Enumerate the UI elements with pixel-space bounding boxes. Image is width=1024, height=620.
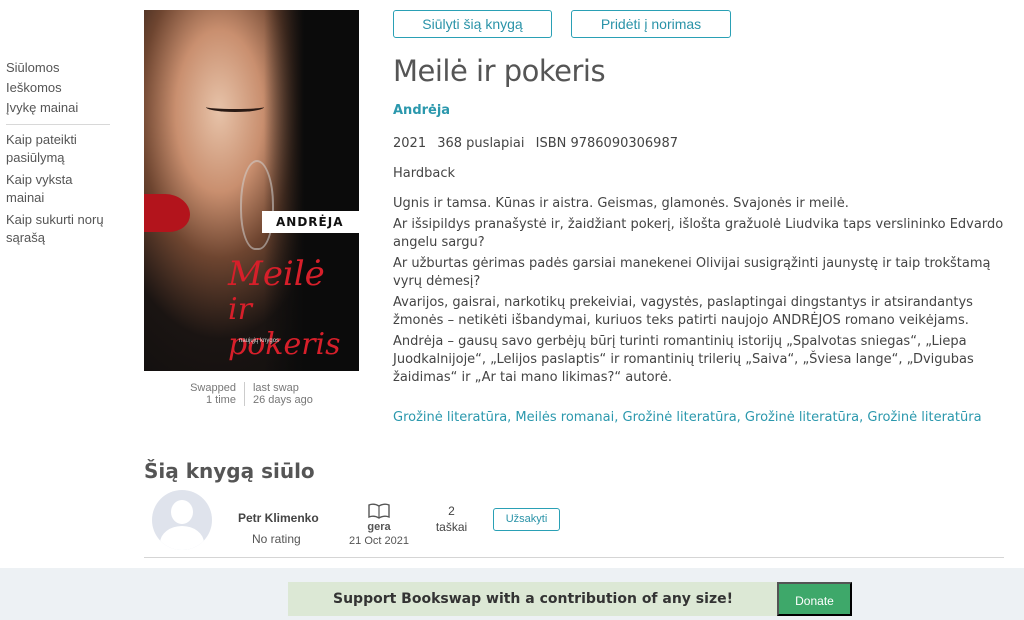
description-paragraph: Avarijos, gaisrai, narkotikų prekeiviai,… — [393, 295, 973, 328]
last-swap-label: last swap — [252, 382, 299, 394]
offer-date: 21 Oct 2021 — [349, 535, 409, 547]
cover-eye — [206, 102, 264, 112]
swapped-value: 1 time — [206, 394, 236, 406]
condition-grade: gera — [367, 521, 391, 533]
points-label: taškai — [435, 520, 468, 534]
avatar-head — [171, 500, 193, 524]
sidebar: Siūlomos Ieškomos Įvykę mainai Kaip pate… — [6, 58, 110, 251]
points: 2 taškai — [429, 503, 474, 535]
cover-earring — [240, 160, 274, 250]
cover-publisher: naujųjų knygos — [239, 338, 280, 344]
offers-section-title: Šią knygą siūlo — [144, 459, 315, 483]
genre-links[interactable]: Grožinė literatūra, Meilės romanai, Grož… — [393, 410, 982, 425]
cover-title-line1: Meilė — [228, 254, 325, 294]
author-link[interactable]: Andrėja — [393, 103, 450, 118]
order-button[interactable]: Užsakyti — [493, 508, 560, 531]
open-book-icon — [368, 503, 390, 519]
book-cover-image: ANDRĖJA Meilė ir pokeris naujųjų knygos — [144, 10, 359, 371]
sidebar-item-completed-swaps[interactable]: Įvykę mainai — [6, 98, 110, 118]
book-year: 2021 — [393, 136, 427, 151]
book-binding: Hardback — [393, 166, 456, 181]
avatar-body — [160, 526, 204, 550]
description-paragraph: Ugnis ir tamsa. Kūnas ir aistra. Geismas… — [393, 196, 849, 211]
footer: Support Bookswap with a contribution of … — [0, 568, 1024, 620]
book-condition: gera 21 Oct 2021 — [349, 503, 409, 548]
description-paragraph: Ar užburtas gėrimas padės garsiai maneke… — [393, 256, 991, 289]
add-to-wishlist-button[interactable]: Pridėti į norimas — [571, 10, 731, 38]
cover-title-line2: ir pokeris — [228, 292, 341, 362]
last-swap: last swap 26 days ago — [245, 382, 313, 406]
sidebar-item-offered[interactable]: Siūlomos — [6, 58, 110, 78]
swap-stats: Swapped 1 time last swap 26 days ago — [144, 382, 359, 406]
book-isbn: ISBN 9786090306987 — [535, 136, 678, 151]
offer-user-name[interactable]: Petr Klimenko — [238, 511, 319, 525]
support-banner: Support Bookswap with a contribution of … — [288, 582, 778, 616]
swapped-label: Swapped — [190, 382, 236, 394]
points-value: 2 — [448, 504, 455, 518]
last-swap-value: 26 days ago — [252, 394, 313, 406]
description-paragraph: Andrėja – gausų savo gerbėjų būrį turint… — [393, 334, 974, 385]
sidebar-item-wanted[interactable]: Ieškomos — [6, 78, 110, 98]
offer-user-rating: No rating — [252, 532, 301, 546]
sidebar-help-how-to-offer[interactable]: Kaip pateikti pasiūlymą — [6, 131, 110, 167]
sidebar-help-how-to-create-wishlist[interactable]: Kaip sukurti norų sąrašą — [6, 211, 110, 247]
offer-row: Petr Klimenko No rating gera 21 Oct 2021… — [144, 488, 1004, 558]
sidebar-divider — [6, 124, 110, 125]
cover-author-band: ANDRĖJA — [262, 211, 359, 233]
avatar[interactable] — [152, 490, 212, 550]
swap-count: Swapped 1 time — [190, 382, 245, 406]
sidebar-help-how-swaps-work[interactable]: Kaip vyksta mainai — [6, 171, 110, 207]
cover-lips — [144, 194, 190, 232]
book-pages: 368 puslapiai — [437, 136, 525, 151]
book-title: Meilė ir pokeris — [393, 54, 606, 88]
description-paragraph: Ar išsipildys pranašystė ir, žaidžiant p… — [393, 217, 1004, 250]
donate-button[interactable]: Donate — [777, 582, 852, 616]
book-meta: 2021 368 puslapiai ISBN 9786090306987 — [393, 136, 685, 151]
suggest-book-button[interactable]: Siūlyti šią knygą — [393, 10, 552, 38]
book-description: Ugnis ir tamsa. Kūnas ir aistra. Geismas… — [393, 195, 1009, 390]
